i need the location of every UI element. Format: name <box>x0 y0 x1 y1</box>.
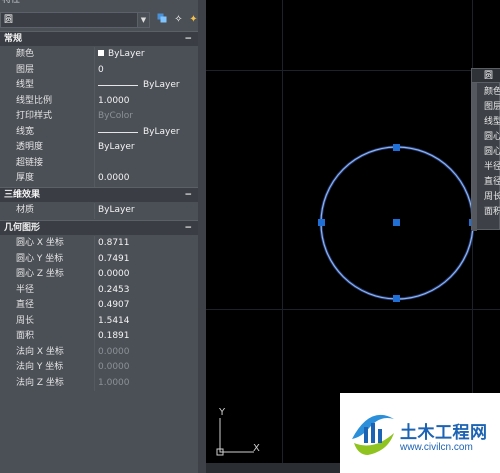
quick-properties-title-bar[interactable]: 圆 <box>472 69 500 83</box>
quadrant-grip-top[interactable] <box>393 144 400 151</box>
watermark: 土木工程网 www.civilcn.com <box>340 393 500 473</box>
quick-prop-row[interactable]: 颜色 <box>484 86 500 99</box>
ucs-y-label: Y <box>218 407 226 418</box>
ucs-icon <box>216 418 254 456</box>
quick-prop-row[interactable]: 圆心 <box>484 146 500 159</box>
quick-prop-row[interactable]: 周长 <box>484 191 500 204</box>
quick-prop-row[interactable]: 圆心 <box>484 131 500 144</box>
quick-prop-row[interactable]: 面积 <box>484 206 500 219</box>
quick-properties-panel[interactable]: 圆 颜色 图层 线型 圆心 圆心 半径 直径 周长 面积 <box>471 68 500 231</box>
status-bar-strip <box>206 463 340 473</box>
watermark-url: www.civilcn.com <box>400 442 473 453</box>
quadrant-grip-bottom[interactable] <box>393 295 400 302</box>
ucs-x-label: X <box>253 443 260 454</box>
watermark-title: 土木工程网 <box>400 423 488 443</box>
quick-prop-row[interactable]: 线型 <box>484 116 500 129</box>
quick-prop-row[interactable]: 半径 <box>484 161 500 174</box>
quick-prop-row[interactable]: 直径 <box>484 176 500 189</box>
quick-prop-row[interactable]: 图层 <box>484 101 500 114</box>
quadrant-grip-left[interactable] <box>318 219 325 226</box>
center-grip[interactable] <box>393 219 400 226</box>
drag-handle[interactable] <box>472 69 477 231</box>
watermark-logo-icon <box>352 414 394 455</box>
quick-properties-title: 圆 <box>484 71 494 81</box>
